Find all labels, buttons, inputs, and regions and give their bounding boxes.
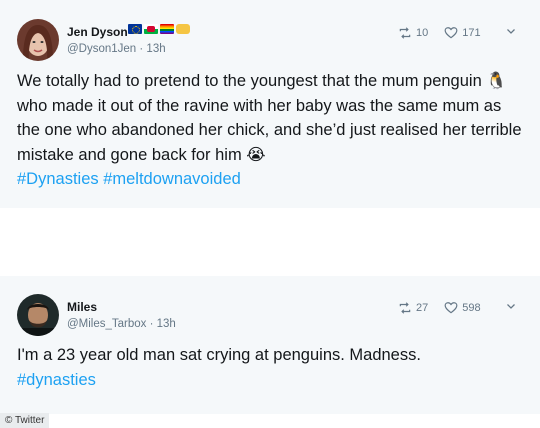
like-button[interactable]: 171 (444, 26, 481, 40)
tweet-text-part: We totally had to pretend to the younges… (17, 72, 482, 90)
chevron-down-icon (506, 29, 515, 34)
tweet-menu-button[interactable] (505, 25, 517, 40)
flag-emojis (128, 24, 190, 34)
image-credit: © Twitter (0, 413, 50, 428)
avatar[interactable] (17, 19, 59, 61)
like-count: 171 (462, 26, 481, 39)
pride-flag-icon (160, 24, 174, 34)
display-name[interactable]: Jen Dyson (67, 25, 128, 39)
wales-flag-icon (144, 24, 158, 34)
tweet-text: We totally had to pretend to the younges… (17, 69, 525, 192)
retweet-icon (399, 26, 411, 39)
tweet-card (0, 276, 540, 414)
tweet-actions: 10 171 (398, 25, 517, 40)
retweet-count: 10 (416, 26, 429, 39)
hashtag-links[interactable]: #Dynasties #meltdownavoided (17, 170, 241, 188)
handle-timestamp[interactable]: @Dyson1Jen · 13h (67, 43, 166, 55)
tweet-text-part: who made it out of the ravine with her b… (17, 96, 522, 164)
cat-icon (176, 24, 190, 34)
heart-icon (444, 26, 458, 38)
crying-face-emoji: 😭 (246, 145, 266, 164)
retweet-button[interactable]: 10 (398, 26, 428, 40)
tweet-card: Jen Dyson @Dyson1Jen · 13h 10 171 We tot… (0, 0, 540, 208)
penguin-emoji: 🐧 (486, 72, 507, 90)
eu-flag-icon (128, 24, 142, 34)
avatar[interactable] (17, 294, 59, 336)
